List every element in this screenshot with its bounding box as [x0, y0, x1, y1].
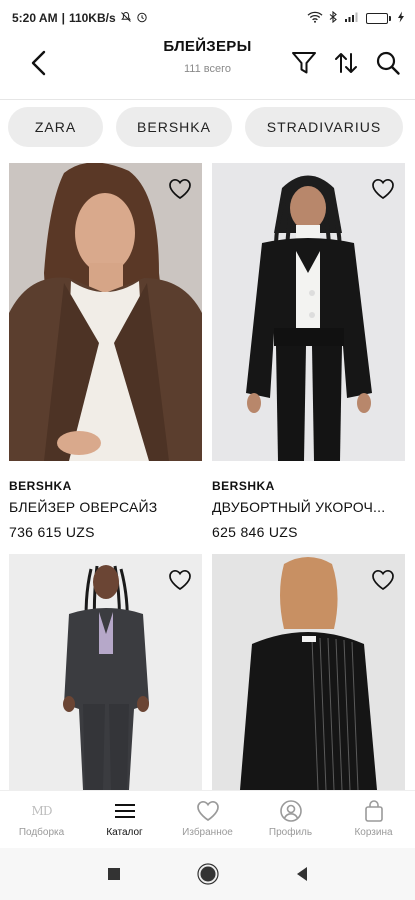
nav-label: Корзина	[354, 827, 393, 838]
nav-label: Подборка	[18, 827, 65, 838]
bottom-navigation: MD Подборка Каталог Избранное Профиль Ко…	[0, 790, 415, 848]
nav-item-selection[interactable]: MD Подборка	[0, 791, 83, 848]
wifi-icon	[307, 11, 323, 26]
favorite-button[interactable]	[369, 175, 397, 203]
status-separator: |	[61, 11, 65, 25]
nav-item-catalog[interactable]: Каталог	[83, 791, 166, 848]
menu-icon	[113, 799, 137, 823]
back-arrow-icon	[31, 50, 46, 76]
battery-icon	[366, 12, 391, 24]
nav-label: Профиль	[268, 827, 313, 838]
filter-button[interactable]	[287, 46, 321, 80]
status-time: 5:20 AM	[12, 11, 58, 25]
heart-icon	[196, 799, 220, 823]
product-card[interactable]: BERSHKA ДВУБОРТНЫЙ УКОРОЧ... 625 846 UZS	[212, 163, 405, 548]
system-navigation-bar	[0, 848, 415, 900]
md-logo-icon: MD	[31, 799, 53, 823]
favorite-button[interactable]	[166, 566, 194, 594]
profile-icon	[279, 799, 303, 823]
signal-icon	[344, 11, 360, 26]
heart-icon	[169, 178, 191, 200]
nav-item-favorites[interactable]: Избранное	[166, 791, 249, 848]
items-count: 111 всего	[183, 63, 231, 75]
product-price: 736 615 UZS	[9, 524, 95, 540]
product-price: 625 846 UZS	[212, 524, 298, 540]
md-logo-text: MD	[31, 804, 53, 818]
chip-zara[interactable]: ZARA	[8, 107, 103, 147]
product-card[interactable]	[9, 554, 202, 790]
charging-icon	[397, 11, 405, 26]
system-back-button[interactable]	[290, 862, 314, 886]
product-card[interactable]: BERSHKA БЛЕЙЗЕР ОВЕРСАЙЗ 736 615 UZS	[9, 163, 202, 548]
favorite-button[interactable]	[369, 566, 397, 594]
recents-button[interactable]	[102, 862, 126, 886]
header-title-block: БЛЕЙЗЕРЫ 111 всего	[110, 38, 305, 75]
nav-label: Каталог	[106, 827, 143, 838]
search-button[interactable]	[371, 46, 405, 80]
circle-icon	[196, 863, 219, 885]
chip-stradivarius[interactable]: STRADIVARIUS	[245, 107, 403, 147]
header-actions	[287, 46, 405, 80]
nav-item-profile[interactable]: Профиль	[249, 791, 332, 848]
bluetooth-icon	[329, 10, 338, 26]
product-image[interactable]	[9, 163, 202, 461]
product-brand: BERSHKA	[212, 479, 275, 493]
favorite-button[interactable]	[166, 175, 194, 203]
alarm-icon	[136, 11, 148, 26]
product-name: БЛЕЙЗЕР ОВЕРСАЙЗ	[9, 499, 158, 515]
nav-item-cart[interactable]: Корзина	[332, 791, 415, 848]
page-title: БЛЕЙЗЕРЫ	[163, 38, 252, 55]
filter-icon	[292, 52, 316, 74]
heart-icon	[372, 178, 394, 200]
header-divider	[0, 99, 415, 100]
sort-button[interactable]	[329, 46, 363, 80]
triangle-back-icon	[296, 867, 307, 881]
product-name: ДВУБОРТНЫЙ УКОРОЧ...	[212, 499, 386, 515]
search-icon	[376, 51, 400, 75]
status-right	[307, 10, 405, 26]
heart-icon	[169, 569, 191, 591]
nav-label: Избранное	[182, 827, 233, 838]
sort-icon	[335, 53, 357, 73]
back-button[interactable]	[22, 46, 56, 80]
square-icon	[107, 868, 120, 880]
header: БЛЕЙЗЕРЫ 111 всего	[0, 36, 415, 96]
product-card[interactable]	[212, 554, 405, 790]
status-left: 5:20 AM | 110KB/s	[12, 11, 148, 26]
status-speed: 110KB/s	[68, 11, 116, 25]
heart-icon	[372, 569, 394, 591]
home-button[interactable]	[196, 862, 220, 886]
brand-filter-chips: ZARA BERSHKA STRADIVARIUS	[8, 107, 403, 147]
chip-bershka[interactable]: BERSHKA	[116, 107, 232, 147]
product-brand: BERSHKA	[9, 479, 72, 493]
bag-icon	[363, 799, 385, 823]
mute-icon	[120, 11, 132, 26]
status-bar: 5:20 AM | 110KB/s	[0, 0, 415, 36]
product-image[interactable]	[212, 163, 405, 461]
